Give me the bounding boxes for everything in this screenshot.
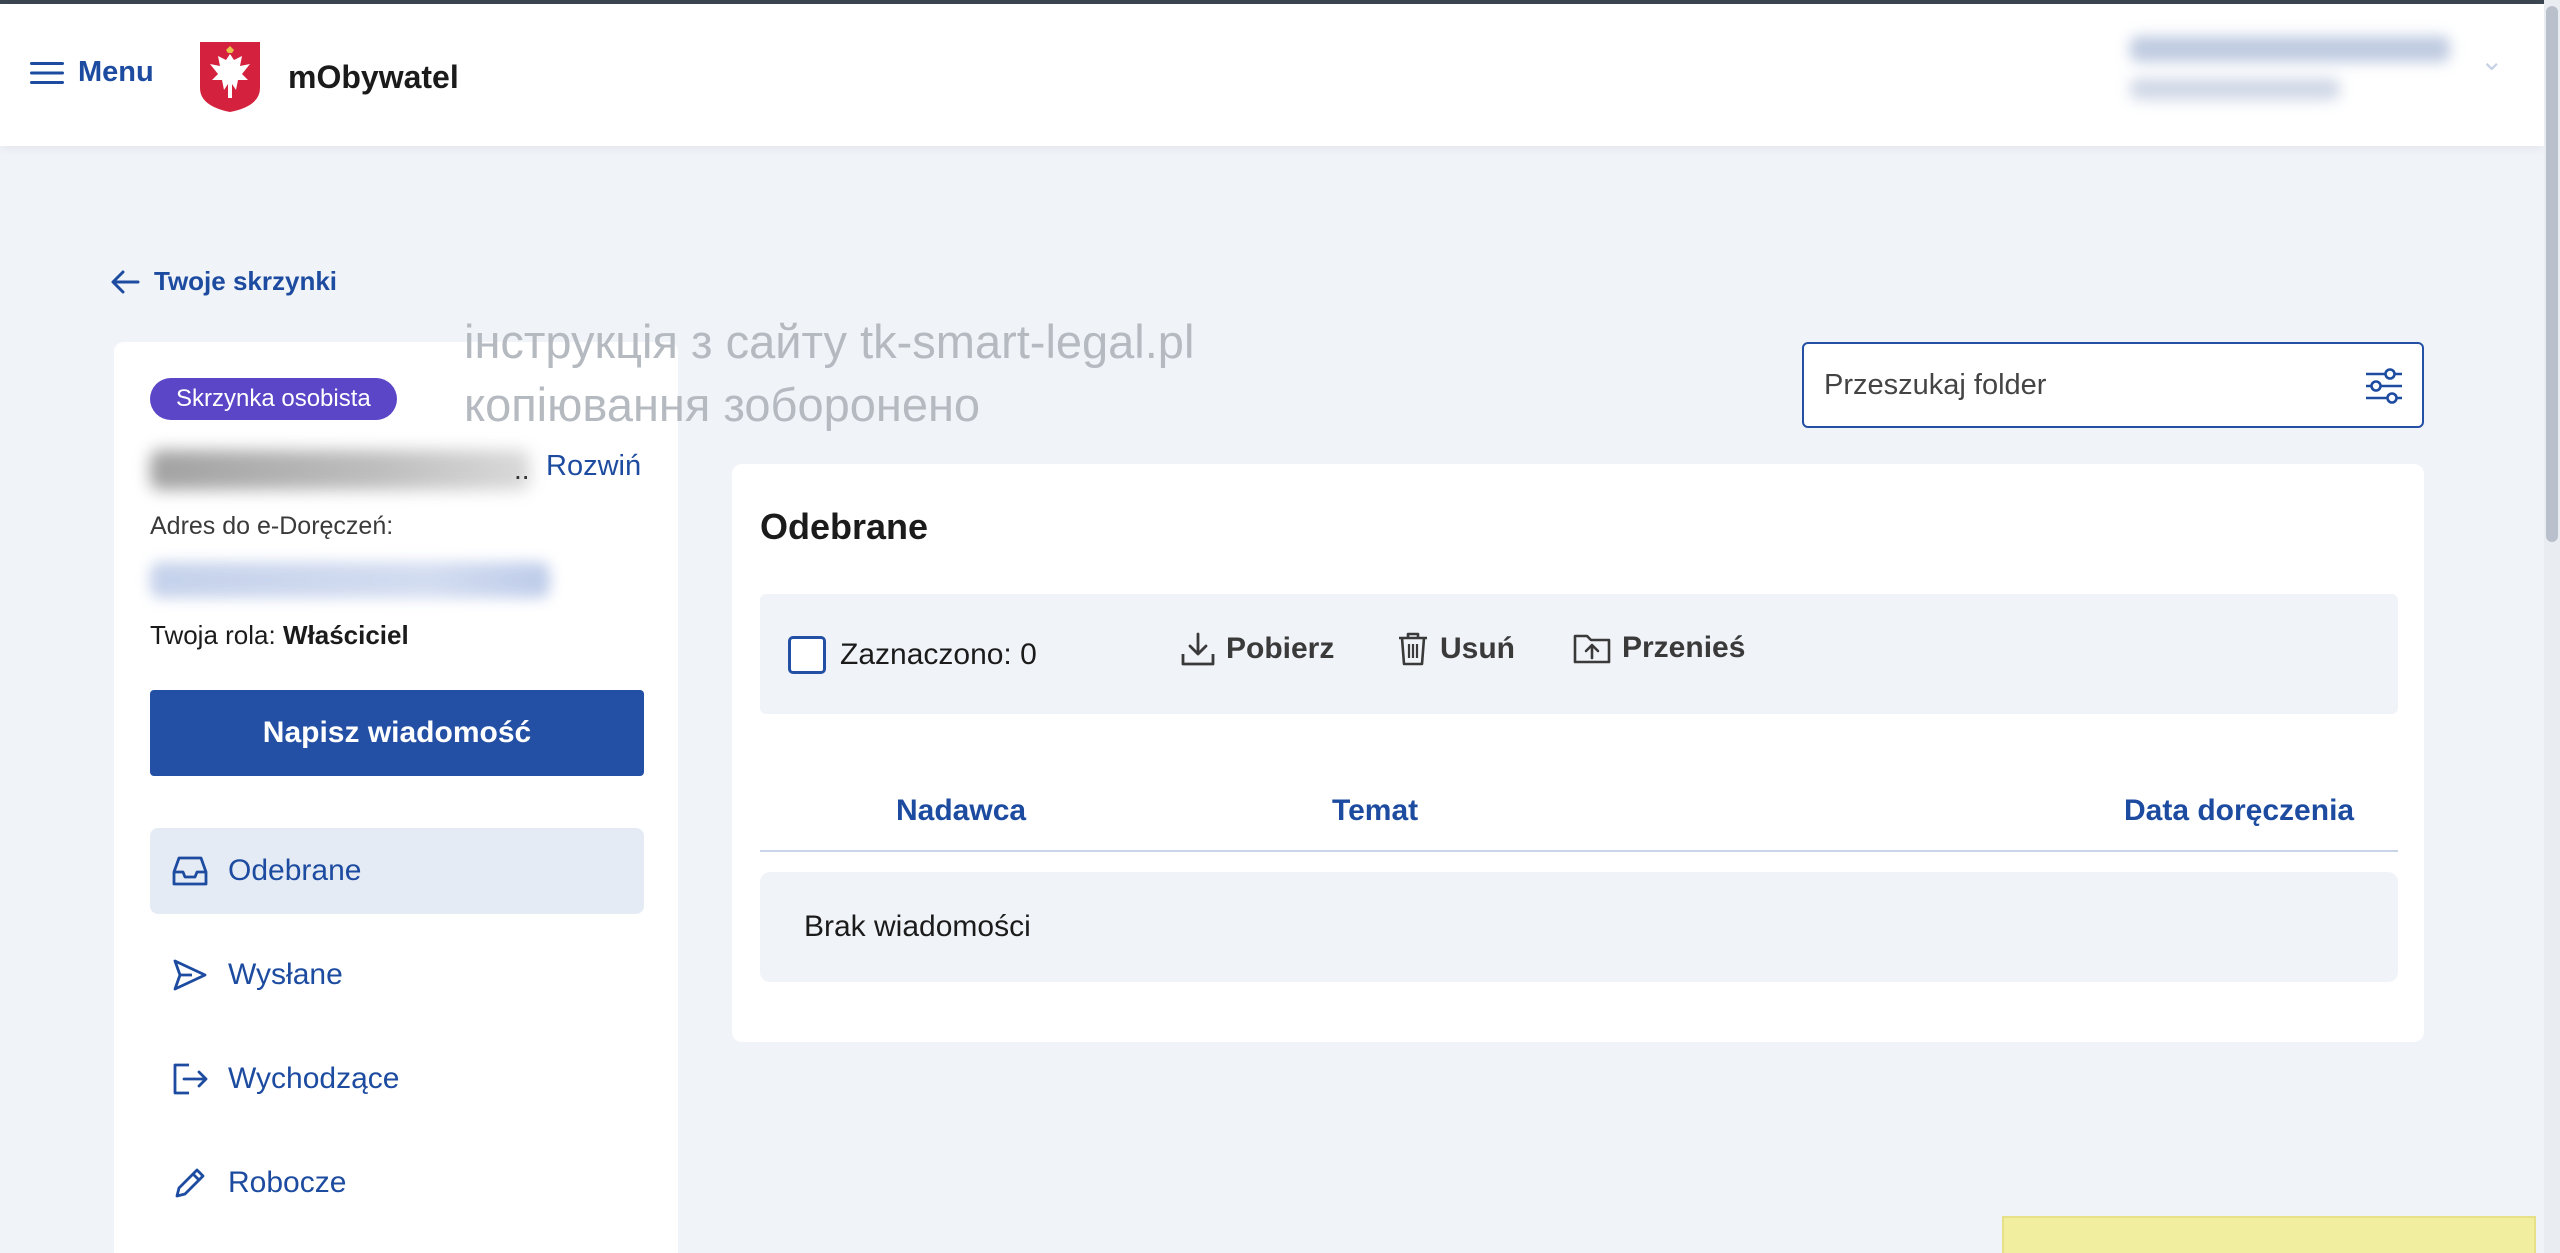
sidebar-item-label: Wysłane — [228, 958, 343, 991]
select-all-checkbox[interactable] — [788, 636, 826, 674]
table-header-divider — [760, 850, 2398, 852]
polish-emblem-logo[interactable] — [198, 40, 262, 114]
chevron-down-icon[interactable]: ⌄ — [2480, 44, 2503, 77]
app-header: Menu mObywatel ⌄ — [0, 4, 2544, 146]
selected-count: Zaznaczono: 0 — [840, 638, 1037, 671]
scrollbar-thumb[interactable] — [2546, 6, 2558, 542]
user-account-blurred[interactable] — [2130, 36, 2460, 124]
folder-search — [1802, 342, 2424, 428]
outgoing-icon — [170, 1059, 210, 1099]
download-button[interactable]: Pobierz — [1180, 630, 1334, 668]
sidebar-item-drafts[interactable]: Robocze — [150, 1140, 644, 1226]
menu-label: Menu — [78, 56, 154, 88]
move-label: Przenieś — [1622, 631, 1746, 664]
trash-icon — [1399, 632, 1427, 666]
watermark-line-2: копіювання зоборонено — [464, 378, 981, 431]
pencil-icon — [170, 1163, 210, 1203]
download-label: Pobierz — [1226, 632, 1335, 665]
mailbox-sidebar-card: Skrzynka osobista .. Rozwiń Adres do e-D… — [114, 342, 678, 1253]
app-title: mObywatel — [288, 59, 459, 95]
empty-state-message: Brak wiadomości — [804, 910, 1031, 943]
sidebar-item-label: Odebrane — [228, 854, 362, 887]
sidebar-item-sent[interactable]: Wysłane — [150, 932, 644, 1018]
column-header-subject[interactable]: Temat — [1332, 794, 1418, 828]
expand-link[interactable]: Rozwiń — [546, 450, 641, 483]
back-link-label: Twoje skrzynki — [154, 266, 338, 296]
menu-button[interactable]: Menu — [30, 56, 154, 89]
role-prefix: Twoja rola: — [150, 620, 276, 650]
name-ellipsis: .. — [514, 454, 530, 485]
filter-sliders-icon[interactable] — [2362, 364, 2406, 408]
column-header-delivery-date[interactable]: Data doręczenia — [2124, 794, 2354, 828]
move-button[interactable]: Przenieś — [1572, 630, 1745, 666]
search-input[interactable] — [1824, 360, 2344, 410]
sidebar-item-received[interactable]: Odebrane — [150, 828, 644, 914]
inbox-icon — [170, 851, 210, 891]
arrow-left-icon — [111, 270, 140, 293]
role-value: Właściciel — [282, 620, 409, 650]
folder-title: Odebrane — [760, 506, 929, 547]
messages-toolbar: Zaznaczono: 0 Pobierz Usuń Przenieś — [760, 594, 2398, 714]
hamburger-icon — [30, 61, 64, 84]
mailbox-owner-name-blurred — [150, 450, 530, 490]
overlay-note-box — [2002, 1216, 2536, 1253]
sidebar-item-label: Robocze — [228, 1166, 347, 1199]
address-value-blurred — [150, 562, 550, 598]
column-header-sender[interactable]: Nadawca — [896, 794, 1026, 828]
send-icon — [170, 955, 210, 995]
write-message-button[interactable]: Napisz wiadomość — [150, 690, 644, 776]
role-text: Twoja rola: Właściciel — [150, 620, 409, 651]
delete-label: Usuń — [1440, 632, 1515, 665]
watermark-line-1: інструкція з сайту tk-smart-legal.pl — [464, 315, 1195, 368]
empty-state-row: Brak wiadomości — [760, 872, 2398, 982]
watermark-text: інструкція з сайту tk-smart-legal.pl коп… — [464, 310, 1194, 436]
delete-button[interactable]: Usuń — [1396, 630, 1515, 668]
mailbox-type-badge: Skrzynka osobista — [150, 378, 397, 420]
sidebar-item-outgoing[interactable]: Wychodzące — [150, 1036, 644, 1122]
back-to-mailboxes-link[interactable]: Twoje skrzynki — [110, 266, 337, 297]
folder-move-icon — [1573, 634, 1611, 664]
address-label: Adres do e-Doręczeń: — [150, 512, 394, 540]
sidebar-item-label: Wychodzące — [228, 1062, 400, 1095]
download-icon — [1181, 632, 1215, 666]
messages-panel: Odebrane Zaznaczono: 0 Pobierz Usuń Prze… — [732, 464, 2424, 1042]
